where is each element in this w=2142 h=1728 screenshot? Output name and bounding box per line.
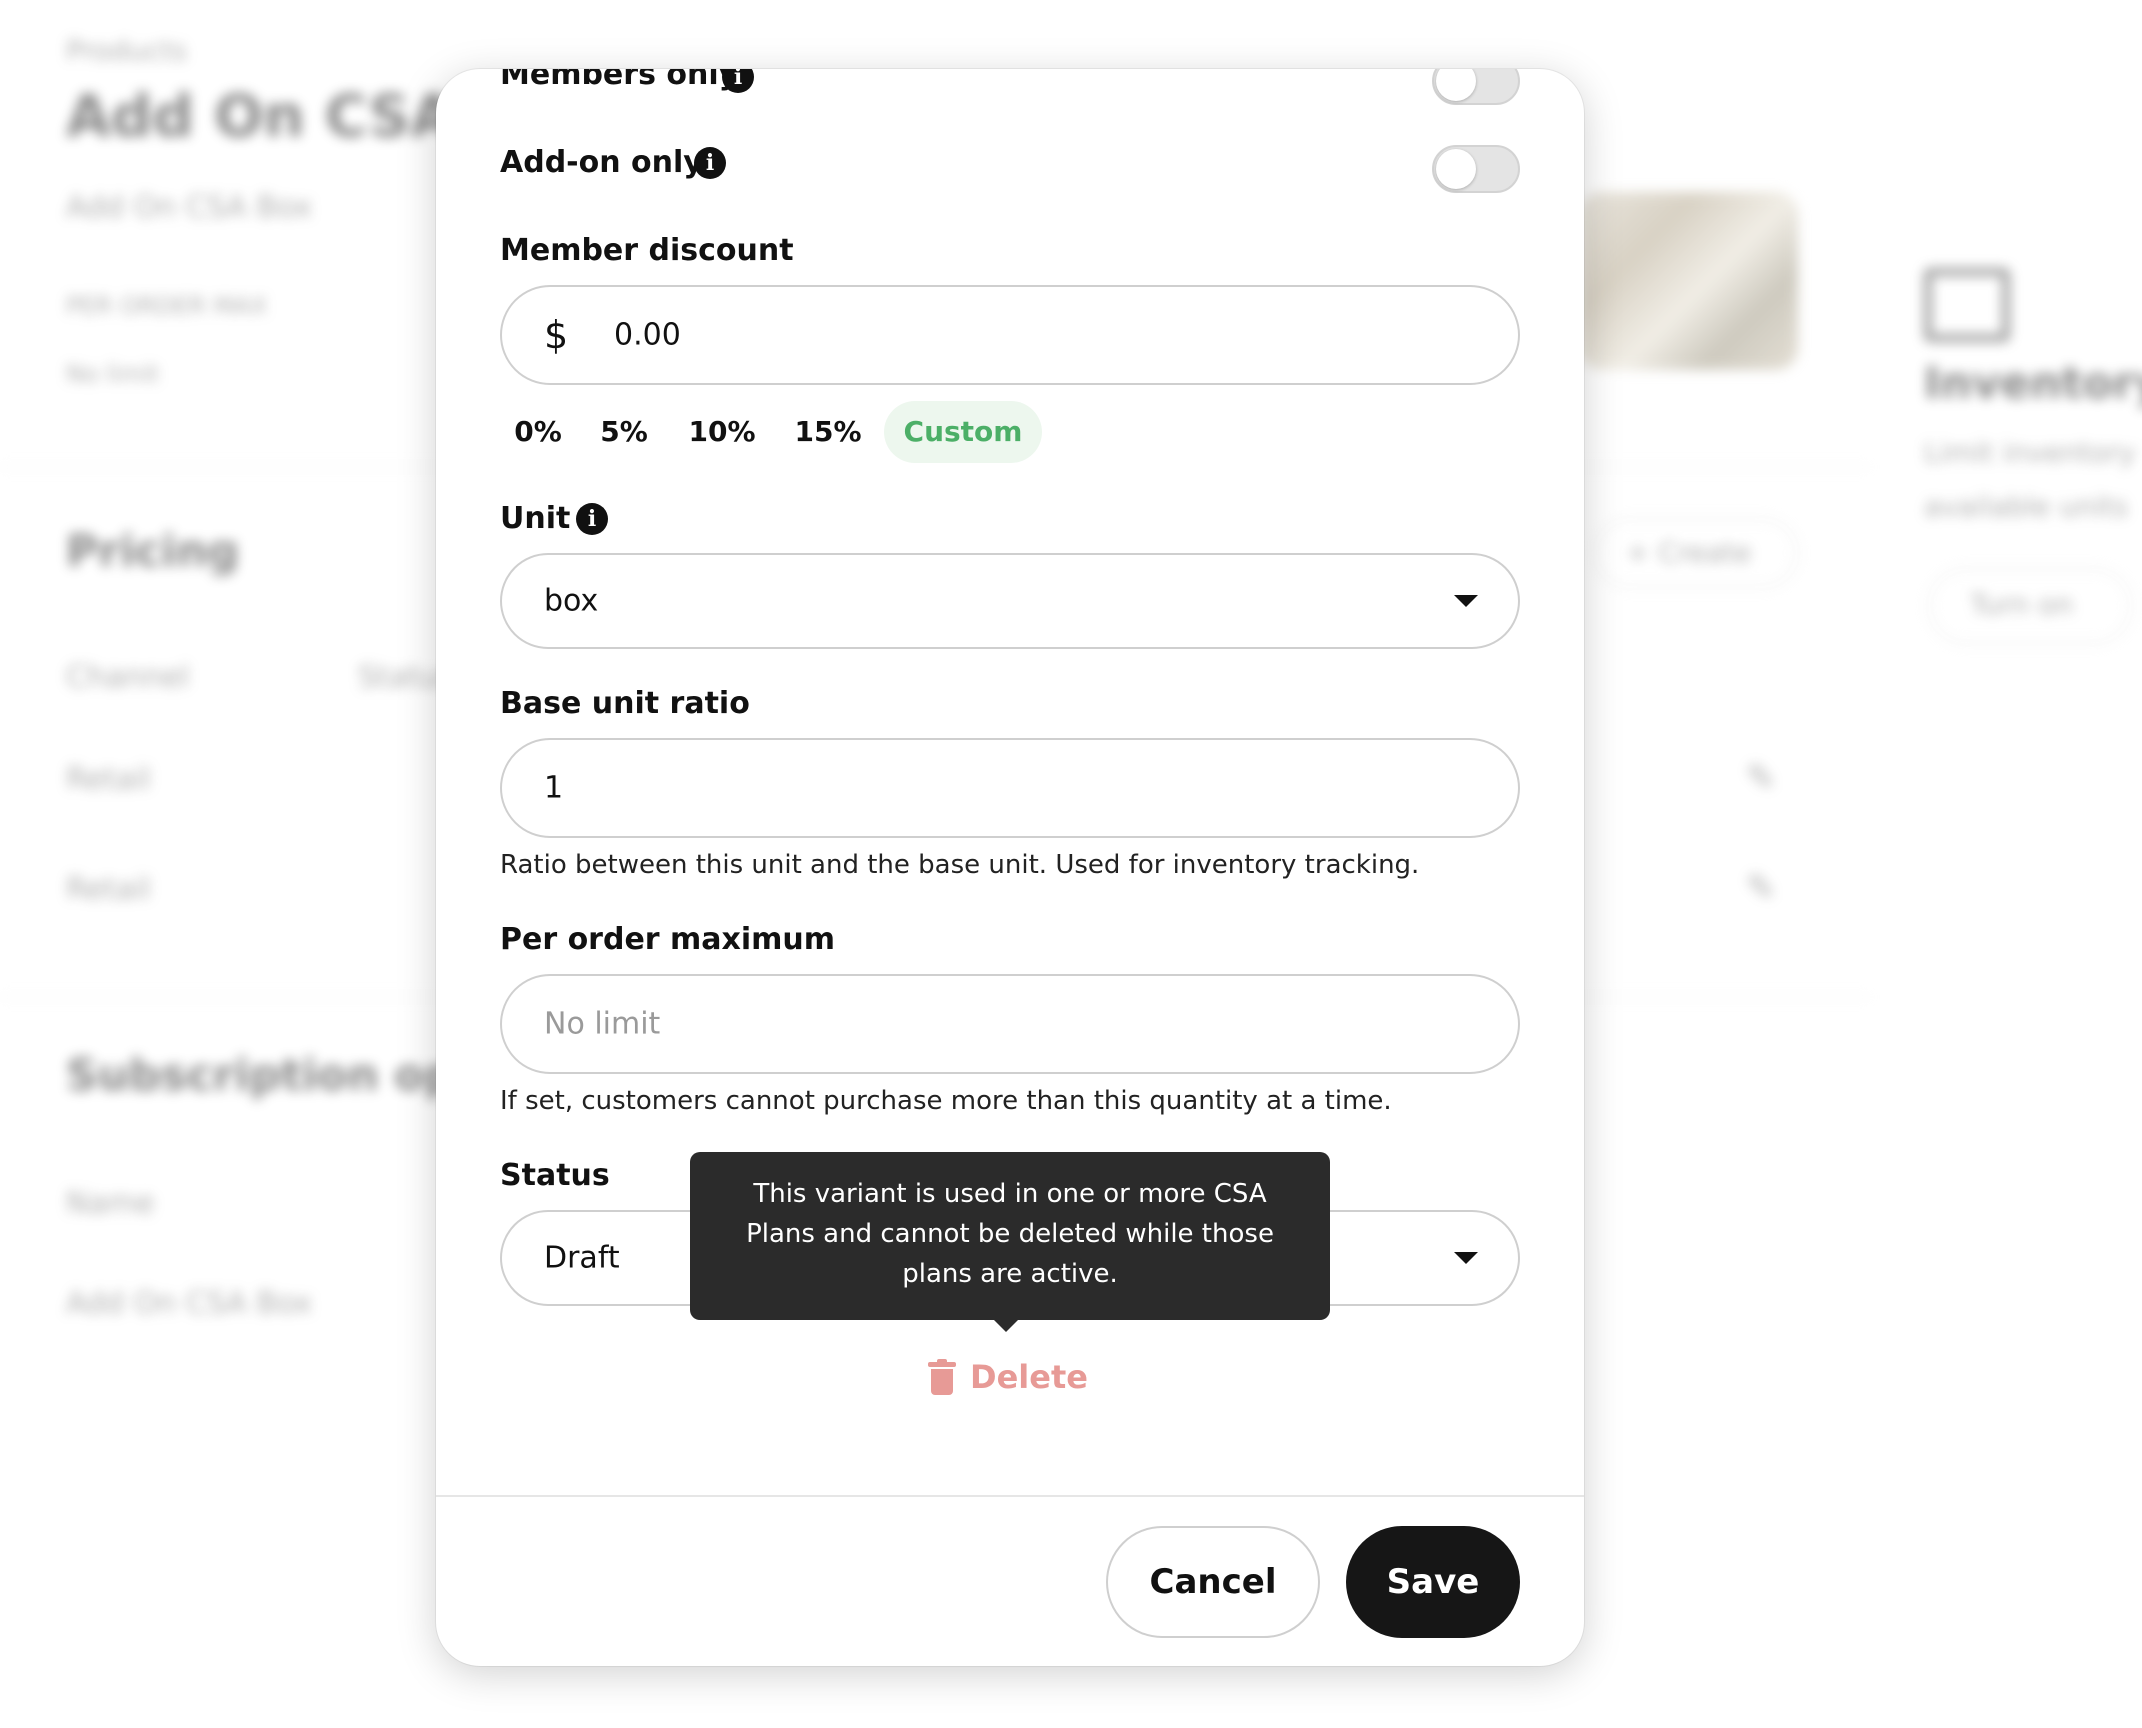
toggle-knob <box>1436 149 1476 189</box>
bg-breadcrumb: Products <box>66 34 187 67</box>
info-icon[interactable]: i <box>576 503 608 535</box>
preset-15-percent[interactable]: 15% <box>778 401 878 463</box>
delete-button[interactable]: Delete <box>928 1358 1088 1396</box>
member-discount-value: 0.00 <box>614 317 681 353</box>
bg-subtitle: Add On CSA Box <box>66 190 313 225</box>
bg-pencil-icon: ✎ <box>1746 868 1777 909</box>
unit-value: box <box>544 583 599 619</box>
discount-presets: 0% 5% 10% 15% Custom <box>500 401 1042 463</box>
per-order-max-label: Per order maximum <box>500 922 836 957</box>
addon-only-label: Add-on only <box>500 145 703 180</box>
footer-divider <box>436 1495 1584 1497</box>
members-only-toggle[interactable] <box>1432 69 1520 105</box>
delete-label: Delete <box>970 1358 1088 1396</box>
preset-10-percent[interactable]: 10% <box>672 401 772 463</box>
bg-product-image <box>1580 192 1798 370</box>
toggle-knob <box>1436 69 1476 101</box>
chevron-down-icon <box>1454 595 1478 607</box>
preset-custom[interactable]: Custom <box>884 401 1042 463</box>
info-icon[interactable]: i <box>694 147 726 179</box>
bg-meta-2: No limit <box>66 360 160 388</box>
bg-inventory-line-2: available units <box>1924 490 2129 523</box>
edit-variant-modal: Members only i Add-on only i Member disc… <box>436 69 1584 1666</box>
unit-select[interactable]: box <box>500 553 1520 649</box>
status-value: Draft <box>544 1240 620 1276</box>
bg-inventory-heading: Inventory <box>1924 358 2142 409</box>
bg-pricing-heading: Pricing <box>66 526 240 577</box>
trash-icon <box>928 1359 956 1395</box>
delete-disabled-tooltip: This variant is used in one or more CSA … <box>690 1152 1330 1320</box>
base-unit-ratio-label: Base unit ratio <box>500 686 750 721</box>
bg-inventory-icon <box>1924 268 2010 342</box>
bg-col-channel: Channel <box>66 660 190 695</box>
status-label: Status <box>500 1158 610 1193</box>
addon-only-toggle[interactable] <box>1432 145 1520 193</box>
base-unit-ratio-input[interactable]: 1 <box>500 738 1520 838</box>
cancel-button[interactable]: Cancel <box>1106 1526 1320 1638</box>
chevron-down-icon <box>1454 1252 1478 1264</box>
per-order-max-input[interactable]: No limit <box>500 974 1520 1074</box>
member-discount-label: Member discount <box>500 233 794 268</box>
per-order-max-placeholder: No limit <box>544 1006 661 1042</box>
bg-create-button: + Create <box>1594 518 1798 588</box>
bg-meta-1: PER ORDER MAX <box>66 292 268 320</box>
per-order-max-help: If set, customers cannot purchase more t… <box>500 1086 1392 1116</box>
bg-pencil-icon: ✎ <box>1746 758 1777 799</box>
unit-label: Unit <box>500 501 571 536</box>
members-only-label: Members only <box>500 69 739 92</box>
bg-inventory-line-1: Limit inventory <box>1924 436 2136 469</box>
tooltip-arrow <box>994 1320 1018 1332</box>
bg-turn-on-button: Turn on <box>1928 568 2132 644</box>
dollar-icon: $ <box>544 313 569 357</box>
bg-name-value: Add On CSA Box <box>66 1286 313 1321</box>
base-unit-ratio-value: 1 <box>544 770 564 806</box>
base-unit-ratio-help: Ratio between this unit and the base uni… <box>500 850 1420 880</box>
bg-row-2: Retail <box>66 872 151 907</box>
bg-row-1: Retail <box>66 762 151 797</box>
save-button[interactable]: Save <box>1346 1526 1520 1638</box>
preset-5-percent[interactable]: 5% <box>582 401 666 463</box>
member-discount-input[interactable]: $ 0.00 <box>500 285 1520 385</box>
bg-name-label: Name <box>66 1186 155 1221</box>
preset-0-percent[interactable]: 0% <box>500 401 576 463</box>
